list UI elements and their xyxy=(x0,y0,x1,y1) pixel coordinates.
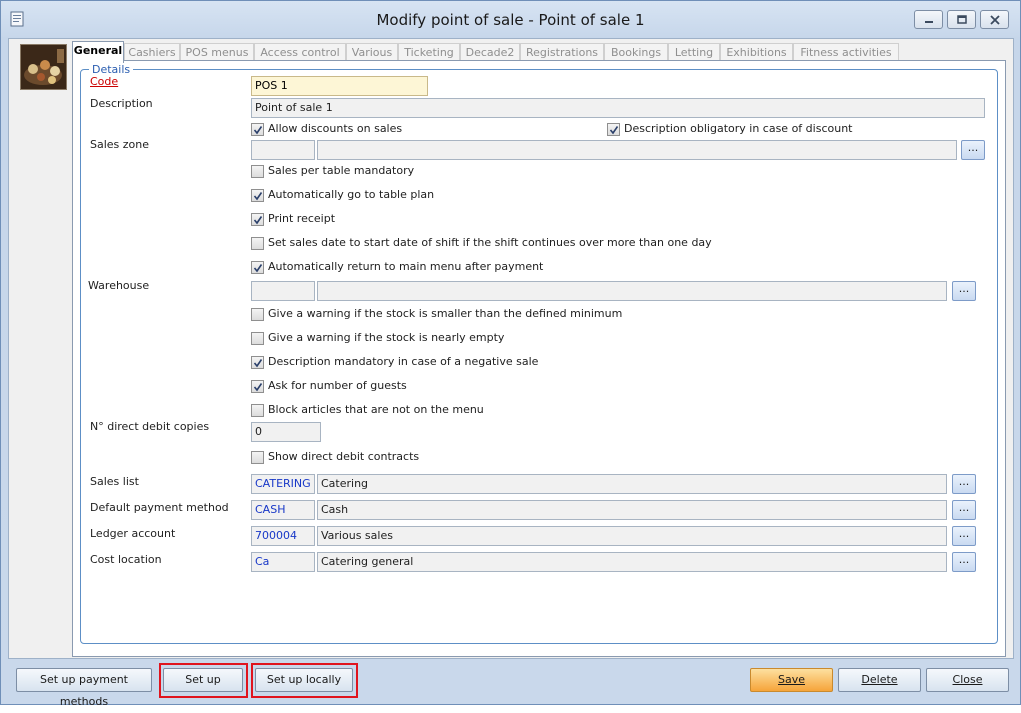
modify-pos-window: Modify point of sale - Point of sale 1 G… xyxy=(0,0,1021,708)
minimize-button[interactable] xyxy=(914,10,943,29)
checkmark-icon xyxy=(253,216,263,225)
warn-stock-empty-label: Give a warning if the stock is nearly em… xyxy=(268,331,505,344)
cost-location-description-input[interactable]: Catering general xyxy=(317,552,947,572)
delete-button[interactable]: Delete xyxy=(838,668,921,692)
warehouse-description-input[interactable] xyxy=(317,281,947,301)
checkbox-box[interactable] xyxy=(607,123,620,136)
checkbox-box[interactable] xyxy=(251,123,264,136)
tab-decade2[interactable]: Decade2 xyxy=(460,43,520,61)
checkmark-icon xyxy=(253,126,263,135)
checkbox-box[interactable] xyxy=(251,189,264,202)
close-icon xyxy=(990,15,1000,25)
checkbox-box[interactable] xyxy=(251,213,264,226)
payment-method-label: Default payment method xyxy=(90,501,229,514)
title-bar[interactable]: Modify point of sale - Point of sale 1 xyxy=(1,1,1020,39)
pos-thumbnail-image xyxy=(20,44,67,90)
checkmark-icon xyxy=(253,264,263,273)
payment-method-code-input[interactable]: CASH xyxy=(251,500,315,520)
general-tab-panel: Details Code POS 1 Description Point of … xyxy=(72,60,1006,657)
tab-pos-menus[interactable]: POS menus xyxy=(180,43,254,61)
print-receipt-label: Print receipt xyxy=(268,212,336,225)
sales-zone-code-input[interactable] xyxy=(251,140,315,160)
window-title: Modify point of sale - Point of sale 1 xyxy=(376,11,645,29)
sales-list-label: Sales list xyxy=(90,475,139,488)
payment-method-description-input[interactable]: Cash xyxy=(317,500,947,520)
warehouse-browse-button[interactable]: ... xyxy=(952,281,976,301)
save-button[interactable]: Save xyxy=(750,668,833,692)
checkmark-icon xyxy=(253,383,263,392)
code-input[interactable]: POS 1 xyxy=(251,76,428,96)
tab-general[interactable]: General xyxy=(72,41,124,63)
sales-zone-browse-button[interactable]: ... xyxy=(961,140,985,160)
ledger-account-browse-button[interactable]: ... xyxy=(952,526,976,546)
checkbox-box[interactable] xyxy=(251,451,264,464)
tab-fitness-activities[interactable]: Fitness activities xyxy=(793,43,899,61)
checkbox-box[interactable] xyxy=(251,332,264,345)
sales-per-table-label: Sales per table mandatory xyxy=(268,164,415,177)
tab-cashiers[interactable]: Cashiers xyxy=(124,43,180,61)
ask-guests-label: Ask for number of guests xyxy=(268,379,407,392)
checkbox-box[interactable] xyxy=(251,308,264,321)
restore-button[interactable] xyxy=(947,10,976,29)
sales-zone-label: Sales zone xyxy=(90,138,150,151)
setup-button[interactable]: Set up xyxy=(163,668,243,692)
checkbox-box[interactable] xyxy=(251,380,264,393)
cost-location-browse-button[interactable]: ... xyxy=(952,552,976,572)
tab-access-control[interactable]: Access control xyxy=(254,43,346,61)
set-sales-date-label: Set sales date to start date of shift if… xyxy=(268,236,712,249)
checkbox-box[interactable] xyxy=(251,356,264,369)
delete-button-label: Delete xyxy=(861,673,898,686)
warn-stock-minimum-label: Give a warning if the stock is smaller t… xyxy=(268,307,623,320)
details-group: Details Code POS 1 Description Point of … xyxy=(80,63,998,644)
description-obligatory-discount-label: Description obligatory in case of discou… xyxy=(624,122,853,135)
auto-table-plan-label: Automatically go to table plan xyxy=(268,188,435,201)
ledger-account-code-input[interactable]: 700004 xyxy=(251,526,315,546)
dialog-client-area: General Cashiers POS menus Access contro… xyxy=(8,38,1014,659)
ledger-account-description-input[interactable]: Various sales xyxy=(317,526,947,546)
setup-locally-button[interactable]: Set up locally xyxy=(255,668,353,692)
warehouse-code-input[interactable] xyxy=(251,281,315,301)
tab-ticketing[interactable]: Ticketing xyxy=(398,43,460,61)
checkmark-icon xyxy=(609,126,619,135)
restore-icon xyxy=(957,15,967,24)
checkbox-box[interactable] xyxy=(251,237,264,250)
description-label: Description xyxy=(90,97,153,110)
tab-letting[interactable]: Letting xyxy=(668,43,720,61)
sales-list-description-input[interactable]: Catering xyxy=(317,474,947,494)
direct-debit-copies-label: N° direct debit copies xyxy=(90,420,210,433)
block-articles-label: Block articles that are not on the menu xyxy=(268,403,484,416)
close-button[interactable]: Close xyxy=(926,668,1009,692)
checkbox-box[interactable] xyxy=(251,165,264,178)
cost-location-code-input[interactable]: Ca xyxy=(251,552,315,572)
save-button-label: Save xyxy=(777,673,805,686)
checkmark-icon xyxy=(253,192,263,201)
sales-list-code-input[interactable]: CATERING xyxy=(251,474,315,494)
minimize-icon xyxy=(925,21,933,23)
tab-bookings[interactable]: Bookings xyxy=(604,43,668,61)
checkbox-box[interactable] xyxy=(251,404,264,417)
allow-discounts-label: Allow discounts on sales xyxy=(268,122,403,135)
bottom-button-bar: Set up payment methods Set up Set up loc… xyxy=(1,660,1020,708)
tab-registrations[interactable]: Registrations xyxy=(520,43,604,61)
payment-method-browse-button[interactable]: ... xyxy=(952,500,976,520)
direct-debit-copies-input[interactable]: 0 xyxy=(251,422,321,442)
tab-exhibitions[interactable]: Exhibitions xyxy=(720,43,793,61)
cost-location-label: Cost location xyxy=(90,553,162,566)
auto-return-menu-label: Automatically return to main menu after … xyxy=(268,260,544,273)
code-label: Code xyxy=(90,75,119,88)
checkmark-icon xyxy=(253,359,263,368)
tab-various[interactable]: Various xyxy=(346,43,398,61)
warehouse-label: Warehouse xyxy=(88,279,150,292)
show-direct-debit-label: Show direct debit contracts xyxy=(268,450,420,463)
sales-zone-description-input[interactable] xyxy=(317,140,957,160)
ledger-account-label: Ledger account xyxy=(90,527,176,540)
close-window-button[interactable] xyxy=(980,10,1009,29)
description-negative-sale-label: Description mandatory in case of a negat… xyxy=(268,355,539,368)
sales-list-browse-button[interactable]: ... xyxy=(952,474,976,494)
description-input[interactable]: Point of sale 1 xyxy=(251,98,985,118)
close-button-label: Close xyxy=(952,673,983,686)
checkbox-box[interactable] xyxy=(251,261,264,274)
setup-payment-methods-button[interactable]: Set up payment methods xyxy=(16,668,152,708)
